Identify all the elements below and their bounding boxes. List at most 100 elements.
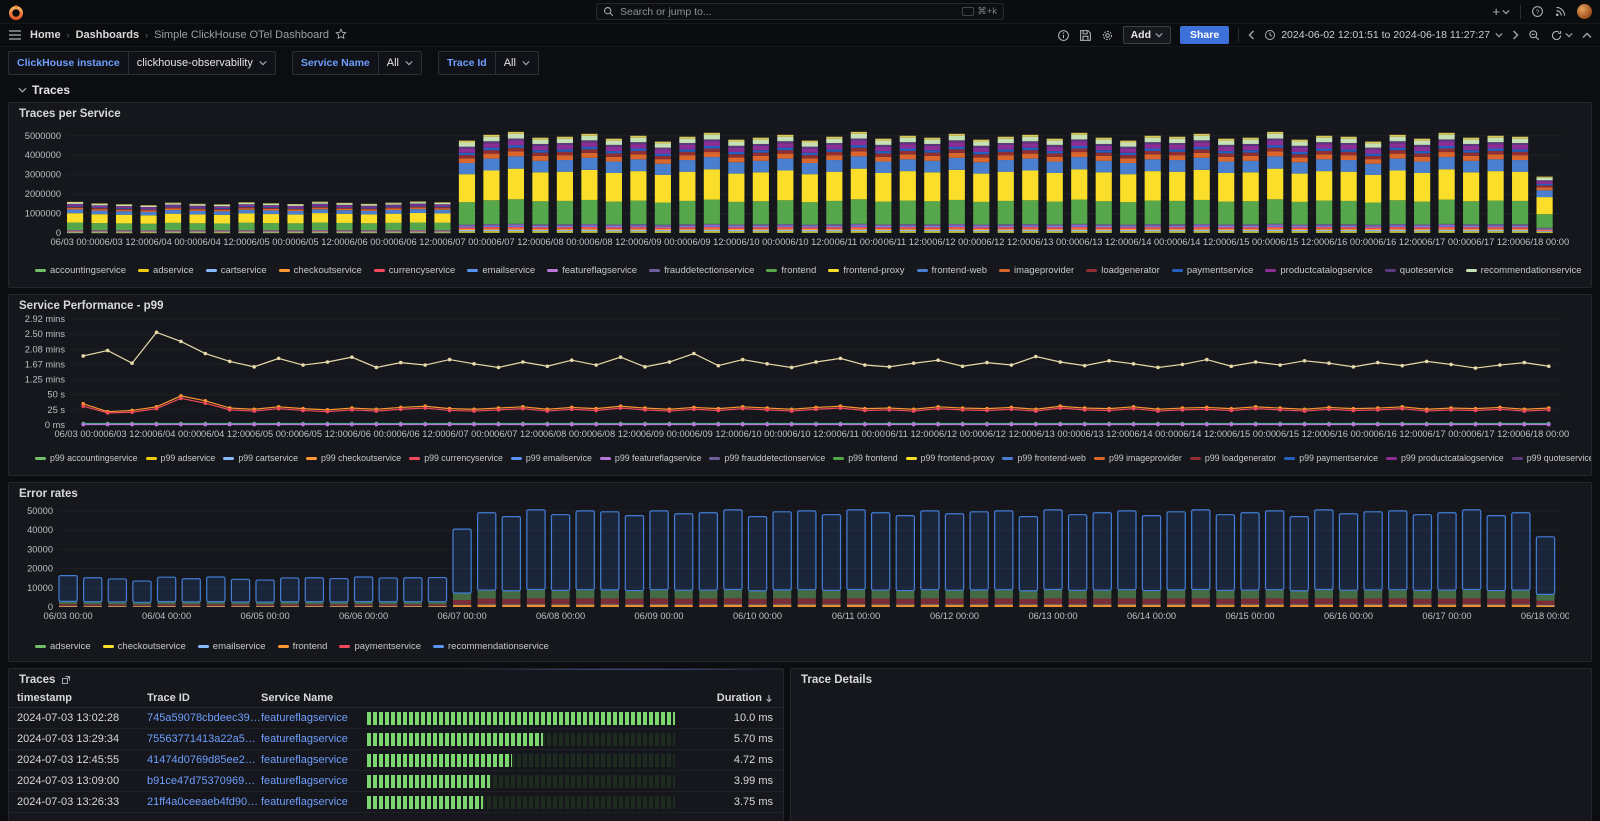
col-trace-id[interactable]: Trace ID	[147, 692, 261, 704]
help-icon[interactable]: ?	[1531, 5, 1544, 18]
news-icon[interactable]	[1554, 5, 1567, 18]
legend-item[interactable]: currencyservice	[374, 265, 456, 276]
favorite-star-icon[interactable]	[335, 28, 347, 43]
legend-item[interactable]: frontend	[766, 265, 816, 276]
legend-item[interactable]: p99 emailservice	[511, 453, 592, 463]
legend-item[interactable]: frontend-web	[917, 265, 987, 276]
legend-item[interactable]: recommendationservice	[433, 641, 549, 652]
legend-item[interactable]: emailservice	[467, 265, 535, 276]
breadcrumb-dashboard-title[interactable]: Simple ClickHouse OTel Dashboard	[154, 29, 329, 41]
legend-item[interactable]: paymentservice	[1172, 265, 1254, 276]
breadcrumb-dashboards[interactable]: Dashboards	[76, 29, 140, 41]
legend-item[interactable]: frauddetectionservice	[649, 265, 754, 276]
collapse-topbar-icon[interactable]	[1582, 32, 1592, 39]
col-timestamp[interactable]: timestamp	[17, 692, 147, 704]
legend-swatch-icon	[999, 269, 1010, 272]
panel-title[interactable]: Error rates	[9, 483, 1591, 501]
trace-id-link[interactable]: b91ce47d753709695f1d...	[147, 775, 261, 787]
zoom-out-icon[interactable]	[1528, 29, 1541, 42]
legend-item[interactable]: p99 loadgenerator	[1190, 453, 1276, 463]
share-button[interactable]: Share	[1180, 26, 1229, 44]
legend-item[interactable]: p99 imageprovider	[1094, 453, 1182, 463]
legend-item[interactable]: p99 adservice	[146, 453, 216, 463]
service-name-link[interactable]: featureflagservice	[261, 775, 367, 787]
time-range-picker[interactable]: 2024-06-02 12:01:51 to 2024-06-18 11:27:…	[1264, 29, 1503, 41]
legend-item[interactable]: p99 paymentservice	[1284, 453, 1378, 463]
legend-item[interactable]: p99 frontend-proxy	[906, 453, 995, 463]
legend-item[interactable]: p99 frontend-web	[1002, 453, 1085, 463]
legend-item[interactable]: p99 frontend	[833, 453, 897, 463]
search-input[interactable]: Search or jump to... ⌘+k	[596, 3, 1004, 20]
refresh-icon[interactable]	[1550, 29, 1573, 42]
error-rates-chart[interactable]: 0100002000030000400005000006/03 00:0006/…	[9, 501, 1569, 635]
service-name-dropdown[interactable]: All	[379, 51, 422, 75]
svg-text:06/04 00:00: 06/04 00:00	[152, 429, 201, 439]
legend-item[interactable]: recommendationservice	[1466, 265, 1582, 276]
legend-item[interactable]: emailservice	[198, 641, 266, 652]
legend-item[interactable]: accountingservice	[35, 265, 126, 276]
legend-item[interactable]: p99 accountingservice	[35, 453, 138, 463]
legend-item[interactable]: featureflagservice	[547, 265, 637, 276]
panel-title[interactable]: Traces per Service	[9, 103, 1591, 121]
panel-links-icon[interactable]	[61, 675, 71, 685]
legend-item[interactable]: checkoutservice	[279, 265, 362, 276]
trace-id-link[interactable]: 21ff4a0ceeaeb4fd90af0...	[147, 796, 261, 808]
legend-label: currencyservice	[389, 265, 456, 276]
traces-per-service-chart[interactable]: 01000000200000030000004000000500000006/0…	[9, 121, 1569, 259]
timestamp-cell: 2024-07-03 13:02:28	[17, 712, 147, 724]
p99-line-chart[interactable]: 0 ms25 s50 s1.25 mins1.67 mins2.08 mins2…	[9, 313, 1569, 447]
panel-title[interactable]: Traces	[19, 674, 55, 686]
legend-label: checkoutservice	[118, 641, 186, 652]
trace-id-link[interactable]: 41474d0769d85ee2828...	[147, 754, 261, 766]
legend-item[interactable]: loadgenerator	[1086, 265, 1160, 276]
legend-item[interactable]: adservice	[35, 641, 91, 652]
svg-text:06/03 00:00: 06/03 00:00	[44, 611, 93, 621]
menu-icon[interactable]	[8, 29, 22, 41]
legend-item[interactable]: p99 featureflagservice	[600, 453, 702, 463]
legend-item[interactable]: frontend-proxy	[828, 265, 904, 276]
legend-item[interactable]: p99 quoteservice	[1512, 453, 1591, 463]
legend-item[interactable]: checkoutservice	[103, 641, 186, 652]
trace-id-link[interactable]: 745a59078cbdeec39b7...	[147, 712, 261, 724]
time-shift-forward-icon[interactable]	[1512, 30, 1519, 40]
col-duration[interactable]: Duration	[689, 692, 773, 704]
row-traces-toggle[interactable]: Traces	[8, 79, 1592, 102]
svg-text:06/04 12:00: 06/04 12:00	[201, 429, 250, 439]
service-name-link[interactable]: featureflagservice	[261, 712, 367, 724]
legend-item[interactable]: p99 frauddetectionservice	[709, 453, 825, 463]
grafana-logo-icon[interactable]	[8, 4, 24, 20]
service-name-link[interactable]: featureflagservice	[261, 796, 367, 808]
col-service-name[interactable]: Service Name	[261, 692, 367, 704]
add-panel-button[interactable]: Add	[1123, 26, 1171, 44]
legend-item[interactable]: productcatalogservice	[1265, 265, 1372, 276]
p99-legend: p99 accountingservice p99 adservice p99 ca…	[9, 452, 1591, 467]
legend-item[interactable]: p99 cartservice	[223, 453, 298, 463]
legend-item[interactable]: cartservice	[206, 265, 267, 276]
svg-text:06/03 12:00: 06/03 12:00	[100, 237, 149, 247]
legend-item[interactable]: quoteservice	[1385, 265, 1454, 276]
panel-traces-per-service: Traces per Service 010000002000000300000…	[8, 102, 1592, 288]
legend-item[interactable]: paymentservice	[339, 641, 421, 652]
svg-text:06/11 00:00: 06/11 00:00	[832, 611, 880, 621]
breadcrumb-home[interactable]: Home	[30, 29, 61, 41]
legend-label: recommendationservice	[1481, 265, 1582, 276]
add-new-button[interactable]: +	[1492, 4, 1510, 19]
service-name-link[interactable]: featureflagservice	[261, 754, 367, 766]
panel-title[interactable]: Trace Details	[791, 669, 1591, 687]
legend-item[interactable]: adservice	[138, 265, 194, 276]
legend-item[interactable]: frontend	[278, 641, 328, 652]
avatar[interactable]	[1577, 4, 1592, 19]
trace-id-dropdown[interactable]: All	[496, 51, 539, 75]
trace-id-link[interactable]: 75563771413a22a54618...	[147, 733, 261, 745]
settings-gear-icon[interactable]	[1101, 29, 1114, 42]
legend-item[interactable]: p99 productcatalogservice	[1386, 453, 1504, 463]
clickhouse-instance-dropdown[interactable]: clickhouse-observability	[129, 51, 276, 75]
service-name-link[interactable]: featureflagservice	[261, 733, 367, 745]
panel-title[interactable]: Service Performance - p99	[9, 295, 1591, 313]
dashboard-insights-icon[interactable]	[1057, 29, 1070, 42]
legend-item[interactable]: p99 checkoutservice	[306, 453, 401, 463]
time-shift-back-icon[interactable]	[1248, 30, 1255, 40]
save-icon[interactable]	[1079, 29, 1092, 42]
legend-item[interactable]: p99 currencyservice	[409, 453, 503, 463]
legend-item[interactable]: imageprovider	[999, 265, 1074, 276]
